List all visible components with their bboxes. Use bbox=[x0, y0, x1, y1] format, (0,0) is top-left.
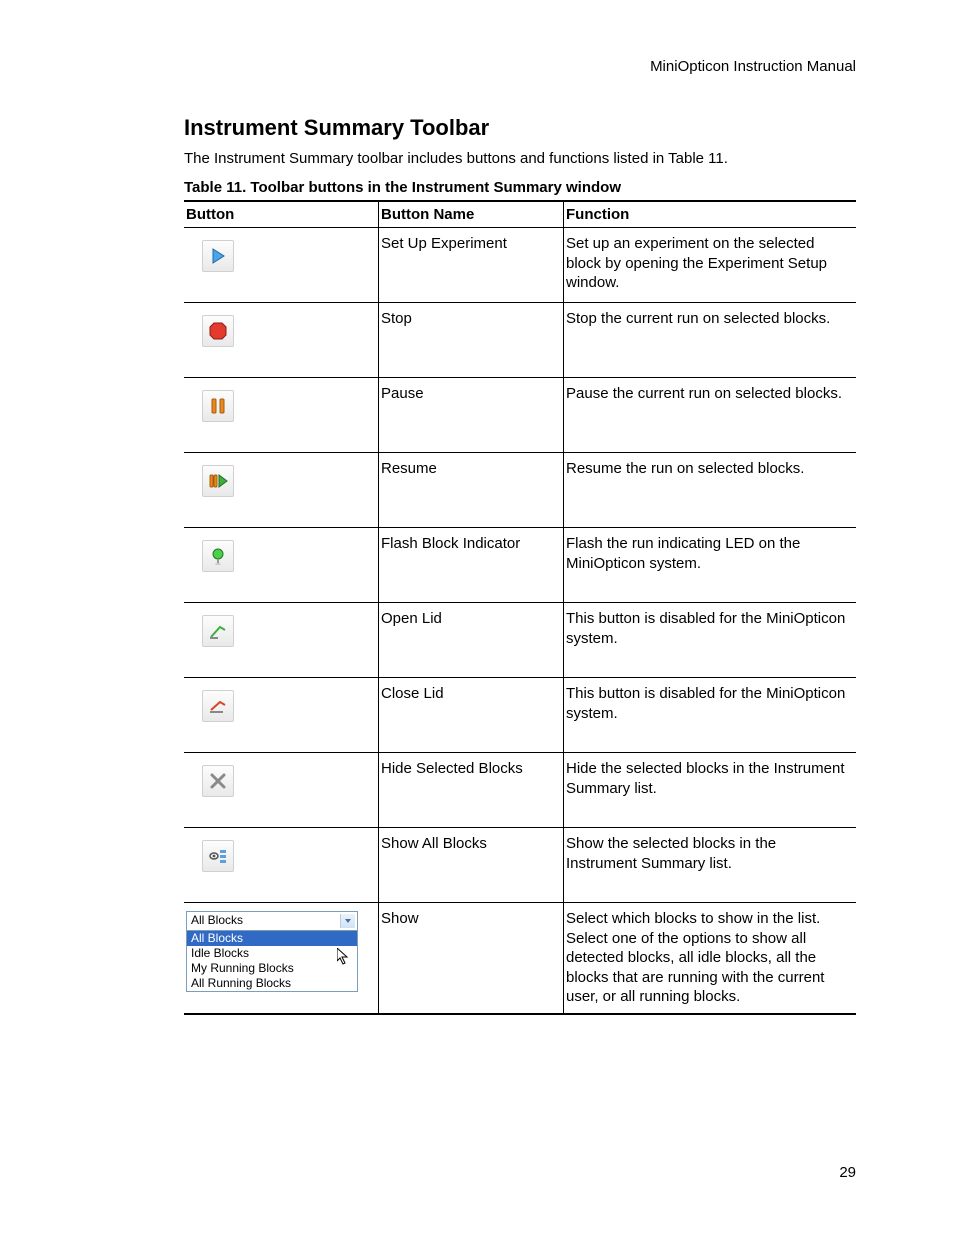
table-caption: Table 11. Toolbar buttons in the Instrum… bbox=[184, 179, 856, 196]
col-header-button: Button bbox=[184, 201, 379, 228]
hide-blocks-icon bbox=[202, 765, 234, 797]
show-all-blocks-icon bbox=[202, 840, 234, 872]
button-name: Show All Blocks bbox=[381, 835, 487, 852]
button-function: This button is disabled for the MiniOpti… bbox=[566, 685, 845, 722]
table-row: Close Lid This button is disabled for th… bbox=[184, 678, 856, 753]
button-function: Hide the selected blocks in the Instrume… bbox=[566, 760, 844, 797]
button-function: Show the selected blocks in the Instrume… bbox=[566, 835, 776, 872]
dropdown-option[interactable]: All Running Blocks bbox=[187, 976, 357, 991]
col-header-function: Function bbox=[564, 201, 857, 228]
chevron-down-icon[interactable] bbox=[340, 914, 355, 928]
toolbar-table: Button Button Name Function Set Up Exper… bbox=[184, 200, 856, 1015]
button-name: Set Up Experiment bbox=[381, 235, 507, 252]
flash-indicator-icon bbox=[202, 540, 234, 572]
dropdown-option[interactable]: All Blocks bbox=[187, 931, 357, 946]
table-row: Open Lid This button is disabled for the… bbox=[184, 603, 856, 678]
pause-icon bbox=[202, 390, 234, 422]
table-row: Pause Pause the current run on selected … bbox=[184, 378, 856, 453]
button-function: Flash the run indicating LED on the Mini… bbox=[566, 535, 800, 572]
button-function: Select which blocks to show in the list.… bbox=[566, 910, 824, 1005]
table-row: Flash Block Indicator Flash the run indi… bbox=[184, 528, 856, 603]
open-lid-icon bbox=[202, 615, 234, 647]
button-function: Set up an experiment on the selected blo… bbox=[566, 235, 827, 291]
button-name: Hide Selected Blocks bbox=[381, 760, 523, 777]
button-name: Flash Block Indicator bbox=[381, 535, 520, 552]
dropdown-list: All Blocks Idle Blocks My Running Blocks… bbox=[187, 931, 357, 991]
resume-icon bbox=[202, 465, 234, 497]
button-function: This button is disabled for the MiniOpti… bbox=[566, 610, 845, 647]
section-intro: The Instrument Summary toolbar includes … bbox=[184, 149, 856, 169]
button-function: Stop the current run on selected blocks. bbox=[566, 310, 830, 327]
section-title: Instrument Summary Toolbar bbox=[184, 115, 856, 141]
table-row: Show All Blocks Show the selected blocks… bbox=[184, 828, 856, 903]
table-row: Stop Stop the current run on selected bl… bbox=[184, 303, 856, 378]
table-row: Set Up Experiment Set up an experiment o… bbox=[184, 228, 856, 303]
stop-icon bbox=[202, 315, 234, 347]
col-header-name: Button Name bbox=[379, 201, 564, 228]
dropdown-option[interactable]: Idle Blocks bbox=[187, 946, 357, 961]
page-number: 29 bbox=[839, 1164, 856, 1181]
running-head: MiniOpticon Instruction Manual bbox=[184, 58, 856, 75]
button-name: Show bbox=[381, 910, 419, 927]
close-lid-icon bbox=[202, 690, 234, 722]
show-blocks-dropdown[interactable]: All Blocks All Blocks Idle Blocks My Run… bbox=[186, 911, 358, 992]
button-name: Close Lid bbox=[381, 685, 444, 702]
dropdown-option[interactable]: My Running Blocks bbox=[187, 961, 357, 976]
table-row: Hide Selected Blocks Hide the selected b… bbox=[184, 753, 856, 828]
button-name: Pause bbox=[381, 385, 424, 402]
button-function: Pause the current run on selected blocks… bbox=[566, 385, 842, 402]
dropdown-selected: All Blocks bbox=[191, 913, 243, 929]
table-row: All Blocks All Blocks Idle Blocks My Run… bbox=[184, 903, 856, 1014]
button-function: Resume the run on selected blocks. bbox=[566, 460, 804, 477]
table-row: Resume Resume the run on selected blocks… bbox=[184, 453, 856, 528]
play-icon bbox=[202, 240, 234, 272]
button-name: Resume bbox=[381, 460, 437, 477]
button-name: Stop bbox=[381, 310, 412, 327]
button-name: Open Lid bbox=[381, 610, 442, 627]
